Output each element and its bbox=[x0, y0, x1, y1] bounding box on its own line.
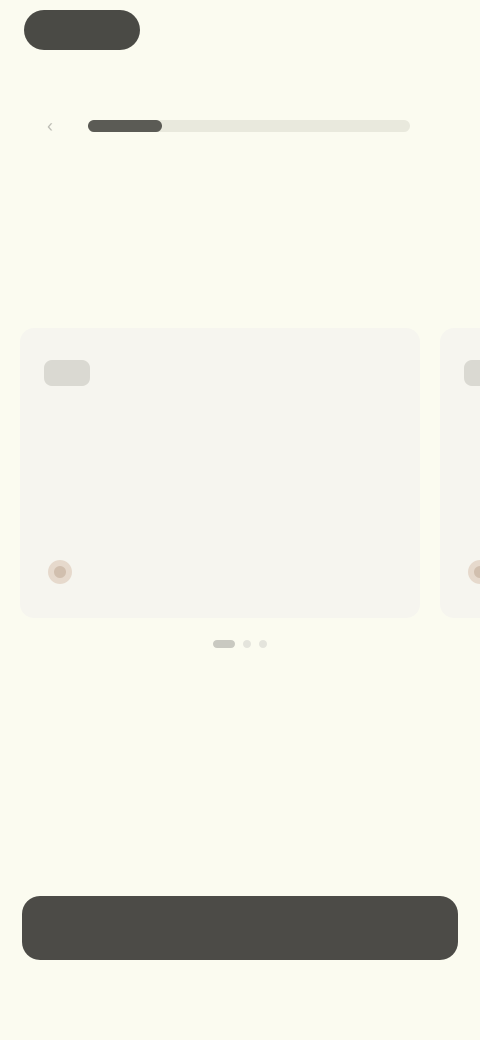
chevron-left-icon[interactable]: ‹ bbox=[40, 116, 60, 136]
header-pill-button[interactable] bbox=[24, 10, 140, 50]
card-tag bbox=[48, 430, 188, 450]
header-right-link[interactable] bbox=[360, 20, 452, 38]
testimonial-carousel[interactable] bbox=[0, 328, 480, 620]
avatar bbox=[48, 560, 72, 584]
card-tag bbox=[468, 430, 480, 450]
onboarding-screen: ‹ bbox=[0, 0, 480, 1040]
carousel-dot[interactable] bbox=[213, 640, 235, 648]
continue-button[interactable] bbox=[22, 896, 458, 960]
carousel-dot[interactable] bbox=[259, 640, 267, 648]
progress-bar bbox=[88, 120, 410, 132]
user-avatar-icon bbox=[474, 566, 480, 578]
avatar bbox=[468, 560, 480, 584]
card-author bbox=[468, 560, 480, 584]
carousel-pagination bbox=[0, 640, 480, 650]
card-badge bbox=[464, 360, 480, 386]
testimonial-card-next[interactable] bbox=[440, 328, 480, 618]
card-author bbox=[48, 560, 82, 584]
progress-bar-fill bbox=[88, 120, 163, 132]
header-caption bbox=[170, 70, 310, 88]
user-avatar-icon bbox=[54, 566, 66, 578]
carousel-dot[interactable] bbox=[243, 640, 251, 648]
card-badge bbox=[44, 360, 90, 386]
testimonial-card[interactable] bbox=[20, 328, 420, 618]
